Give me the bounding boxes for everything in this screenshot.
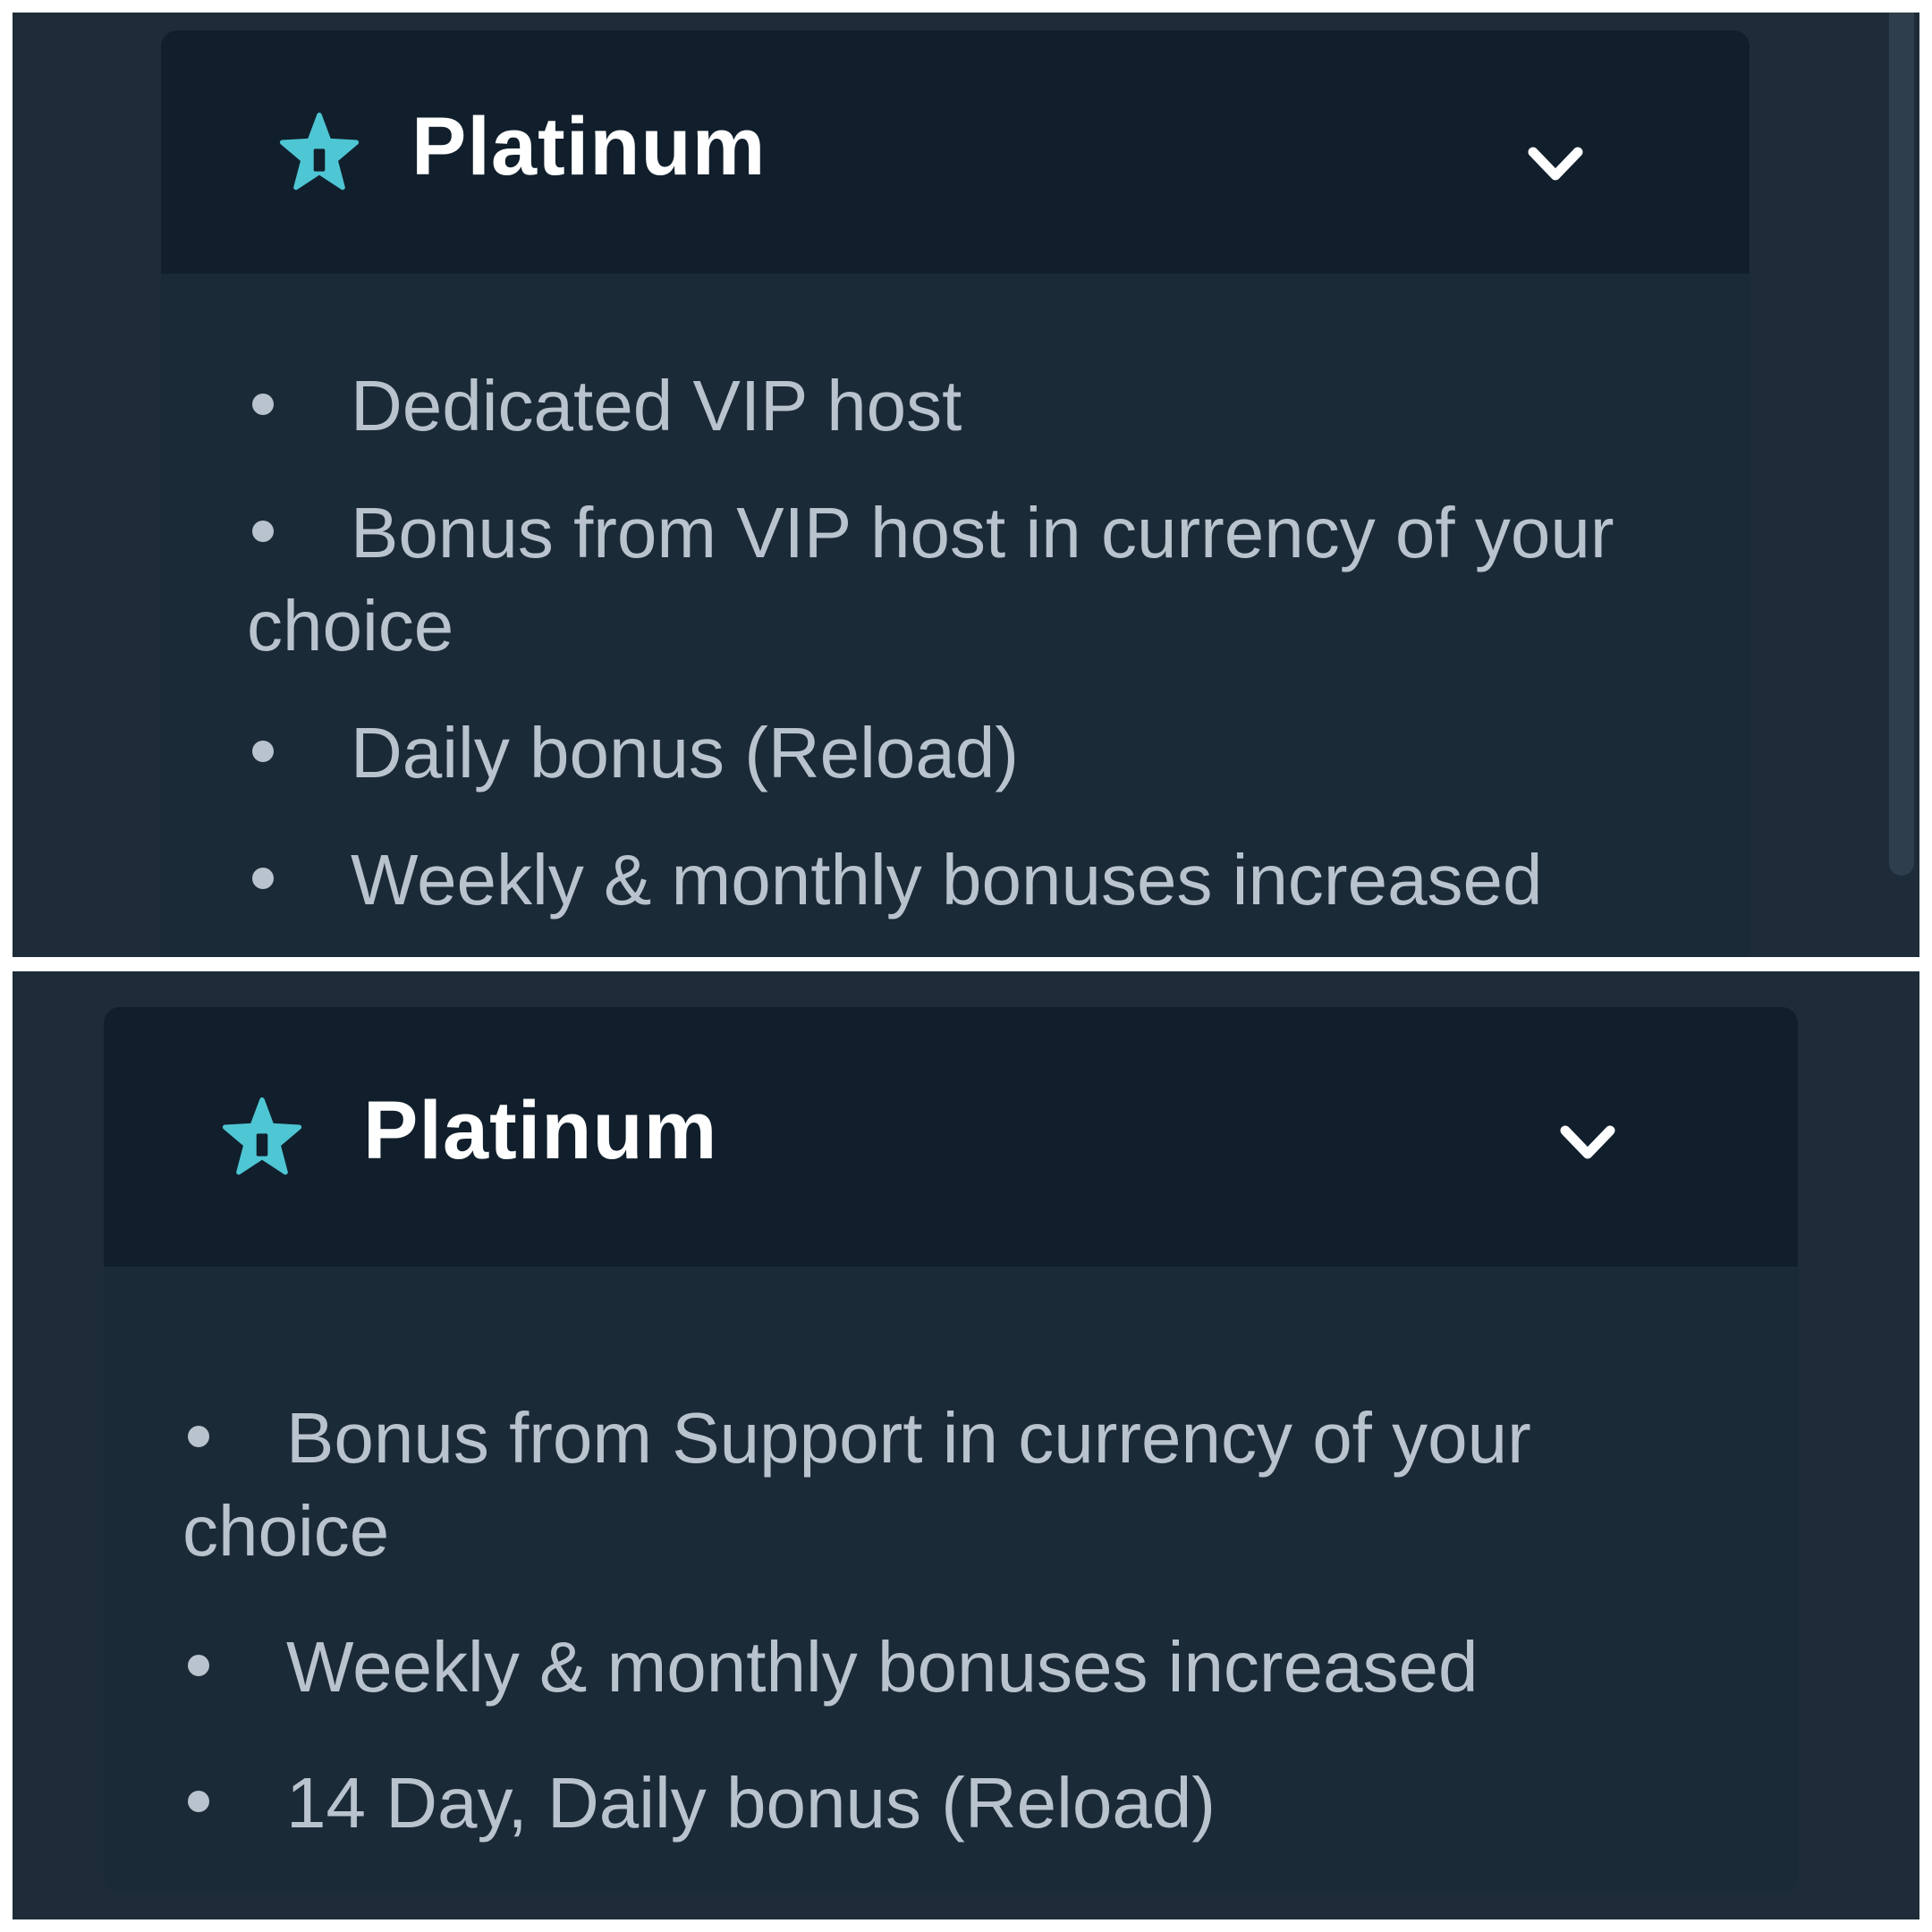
bullet-icon (252, 867, 274, 889)
benefit-item: Weekly & monthly bonuses increased (182, 1621, 1757, 1714)
benefits-list: Bonus from Support in currency of your c… (182, 1392, 1757, 1893)
tier-title: Platinum (411, 101, 767, 192)
benefit-text: Bonus from Support in currency of your c… (182, 1398, 1531, 1571)
star-icon (222, 1097, 302, 1175)
tier-header[interactable]: Platinum (104, 1007, 1798, 1267)
vip-tier-card: Platinum Dedicated VIP host Bonus from V… (161, 30, 1750, 957)
benefit-text: 14 Day, Daily bonus (Reload) (286, 1763, 1216, 1843)
benefit-item: Daily bonus (Reload) (247, 707, 1714, 800)
vip-tier-card: Platinum Bonus from Support in currency … (104, 1007, 1798, 1893)
bullet-icon (252, 520, 274, 542)
bullet-icon (188, 1654, 209, 1676)
benefit-text: Weekly & monthly bonuses increased (286, 1627, 1479, 1707)
chevron-down-icon[interactable] (1524, 141, 1587, 186)
screenshot-panel-bottom: Platinum Bonus from Support in currency … (13, 971, 1919, 1919)
benefit-item: Bonus from VIP host in currency of your … (247, 487, 1714, 673)
scrollbar[interactable] (1889, 13, 1914, 876)
benefit-item: 14 Day, Daily bonus (Reload) (182, 1757, 1757, 1850)
tier-title: Platinum (363, 1085, 718, 1176)
benefit-text: Daily bonus (Reload) (351, 713, 1020, 792)
benefit-text: Dedicated VIP host (351, 366, 962, 445)
benefit-item: Weekly & monthly bonuses increased (247, 834, 1714, 927)
screenshot-panel-top: Platinum Dedicated VIP host Bonus from V… (13, 13, 1919, 957)
bullet-icon (252, 740, 274, 762)
benefit-text: Weekly & monthly bonuses increased (351, 840, 1543, 919)
benefits-list: Dedicated VIP host Bonus from VIP host i… (247, 360, 1714, 957)
tier-header[interactable]: Platinum (161, 30, 1750, 274)
benefit-item: Dedicated VIP host (247, 360, 1714, 453)
bullet-icon (188, 1790, 209, 1812)
bullet-icon (252, 393, 274, 415)
benefit-text: Bonus from VIP host in currency of your … (247, 493, 1614, 665)
chevron-down-icon[interactable] (1556, 1120, 1619, 1165)
star-icon (279, 112, 360, 191)
benefit-item: Bonus from Support in currency of your c… (182, 1392, 1757, 1578)
bullet-icon (188, 1425, 209, 1447)
